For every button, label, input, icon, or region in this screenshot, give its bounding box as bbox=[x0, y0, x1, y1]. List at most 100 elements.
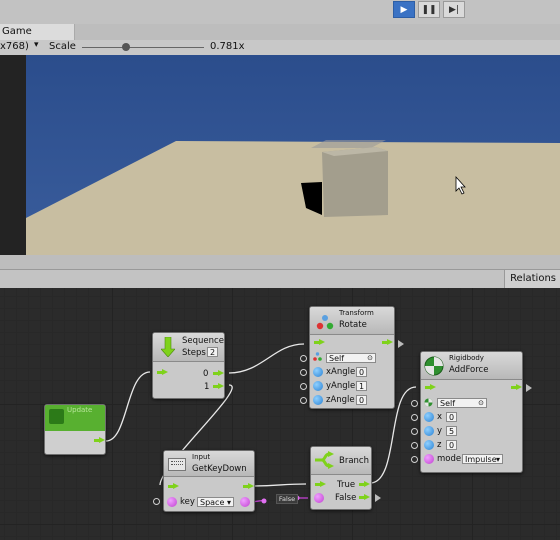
branch-icon bbox=[314, 451, 334, 469]
false-literal-node[interactable]: False bbox=[276, 494, 298, 504]
pause-button[interactable]: ❚❚ bbox=[418, 1, 440, 18]
play-button[interactable]: ▶ bbox=[393, 1, 415, 18]
chevron-down-icon[interactable]: ▾ bbox=[34, 40, 39, 50]
zangle-field[interactable]: 0 bbox=[356, 395, 367, 405]
tab-strip bbox=[75, 24, 560, 40]
mode-dropdown[interactable]: Impulse ▾ bbox=[462, 454, 503, 464]
scale-slider-thumb[interactable] bbox=[121, 43, 130, 51]
key-dropdown[interactable]: Space ▾ bbox=[197, 497, 234, 507]
play-icon: ▶ bbox=[400, 4, 408, 15]
z-port[interactable] bbox=[424, 440, 434, 450]
output-socket[interactable] bbox=[526, 384, 532, 392]
rotate-node[interactable]: Transform Rotate Self ⊙ xAngle 0 yAngle 1… bbox=[309, 306, 395, 409]
addforce-node[interactable]: Rigidbody AddForce Self ⊙ x 0 y 5 z 0 mod… bbox=[420, 351, 523, 473]
cube bbox=[322, 147, 388, 217]
scale-slider[interactable] bbox=[82, 43, 204, 51]
input-socket[interactable] bbox=[411, 442, 418, 449]
update-event-icon bbox=[49, 409, 64, 424]
step-button[interactable]: ▶| bbox=[443, 1, 465, 18]
game-viewport[interactable] bbox=[0, 55, 560, 255]
mode-label: mode bbox=[437, 454, 462, 464]
input-socket[interactable] bbox=[300, 369, 307, 376]
xangle-port[interactable] bbox=[313, 367, 323, 377]
chevron-down-icon: ▾ bbox=[495, 455, 500, 464]
target-picker-icon[interactable]: ⊙ bbox=[478, 399, 484, 408]
input-socket[interactable] bbox=[411, 428, 418, 435]
game-scene bbox=[26, 55, 560, 255]
game-view-toolbar: x768) ▾ Scale 0.781x bbox=[0, 40, 560, 56]
output-0-port[interactable] bbox=[213, 370, 224, 377]
zangle-port[interactable] bbox=[313, 395, 323, 405]
update-event-node[interactable]: Update bbox=[44, 404, 106, 455]
rigidbody-icon bbox=[424, 356, 444, 376]
control-input-port[interactable] bbox=[314, 339, 325, 346]
zangle-label: zAngle bbox=[326, 395, 355, 405]
target-field[interactable]: Self ⊙ bbox=[326, 353, 376, 363]
target-field[interactable]: Self ⊙ bbox=[437, 398, 487, 408]
xangle-field[interactable]: 0 bbox=[356, 367, 367, 377]
input-socket[interactable] bbox=[300, 355, 307, 362]
pause-icon: ❚❚ bbox=[421, 4, 437, 15]
branch-node[interactable]: Branch True False bbox=[310, 446, 372, 510]
target-icon bbox=[313, 352, 322, 361]
x-port[interactable] bbox=[424, 412, 434, 422]
getkeydown-title: GetKeyDown bbox=[192, 464, 247, 474]
scale-label: Scale bbox=[49, 41, 76, 52]
tab-game[interactable]: Game bbox=[0, 24, 75, 40]
update-event-title: Update bbox=[67, 406, 93, 414]
control-output-port[interactable] bbox=[94, 437, 105, 444]
condition-port[interactable] bbox=[314, 493, 324, 503]
control-output-port[interactable] bbox=[243, 483, 254, 490]
input-socket[interactable] bbox=[153, 498, 160, 505]
scale-value: 0.781x bbox=[210, 41, 245, 52]
target-icon bbox=[424, 398, 433, 407]
getkeydown-node[interactable]: Input GetKeyDown key Space ▾ bbox=[163, 450, 255, 512]
branch-header: Branch bbox=[311, 447, 371, 475]
control-input-port[interactable] bbox=[157, 369, 168, 376]
play-toolbar: ▶ ❚❚ ▶| bbox=[0, 0, 560, 25]
rotate-title: Rotate bbox=[339, 320, 367, 330]
key-label: key bbox=[180, 497, 195, 507]
control-output-port[interactable] bbox=[511, 384, 522, 391]
sequence-node[interactable]: Sequence Steps 2 0 1 bbox=[152, 332, 225, 399]
target-picker-icon[interactable]: ⊙ bbox=[367, 354, 373, 363]
getkeydown-category: Input bbox=[192, 453, 211, 461]
true-output-port[interactable] bbox=[359, 481, 370, 488]
key-value: Space bbox=[200, 498, 225, 507]
false-label: False bbox=[335, 493, 357, 503]
output-socket[interactable] bbox=[398, 340, 404, 348]
x-field[interactable]: 0 bbox=[446, 412, 457, 422]
tab-relations[interactable]: Relations bbox=[504, 270, 560, 288]
output-1-label: 1 bbox=[204, 382, 210, 392]
false-output-port[interactable] bbox=[359, 494, 370, 501]
control-input-port[interactable] bbox=[315, 481, 326, 488]
input-socket[interactable] bbox=[300, 397, 307, 404]
target-value: Self bbox=[329, 354, 345, 363]
y-field[interactable]: 5 bbox=[446, 426, 457, 436]
mode-value: Impulse bbox=[465, 455, 497, 464]
output-1-port[interactable] bbox=[213, 383, 224, 390]
key-port[interactable] bbox=[167, 497, 177, 507]
target-value: Self bbox=[440, 399, 456, 408]
input-socket[interactable] bbox=[300, 383, 307, 390]
addforce-title: AddForce bbox=[449, 365, 489, 375]
y-port[interactable] bbox=[424, 426, 434, 436]
yangle-port[interactable] bbox=[313, 381, 323, 391]
getkeydown-header: Input GetKeyDown bbox=[164, 451, 254, 477]
input-socket[interactable] bbox=[411, 456, 418, 463]
yangle-field[interactable]: 1 bbox=[356, 381, 367, 391]
input-socket[interactable] bbox=[411, 400, 418, 407]
bool-output-port[interactable] bbox=[240, 497, 250, 507]
graph-window-header: Relations bbox=[0, 269, 560, 289]
mode-port[interactable] bbox=[424, 454, 434, 464]
steps-field[interactable]: 2 bbox=[207, 347, 218, 357]
control-output-port[interactable] bbox=[382, 339, 393, 346]
chevron-down-icon: ▾ bbox=[226, 498, 231, 507]
output-socket[interactable] bbox=[375, 494, 381, 502]
sequence-header: Sequence Steps 2 bbox=[153, 333, 224, 362]
resolution-dropdown[interactable]: x768) bbox=[0, 41, 29, 52]
control-input-port[interactable] bbox=[168, 483, 179, 490]
z-field[interactable]: 0 bbox=[446, 440, 457, 450]
control-input-port[interactable] bbox=[425, 384, 436, 391]
input-socket[interactable] bbox=[411, 414, 418, 421]
